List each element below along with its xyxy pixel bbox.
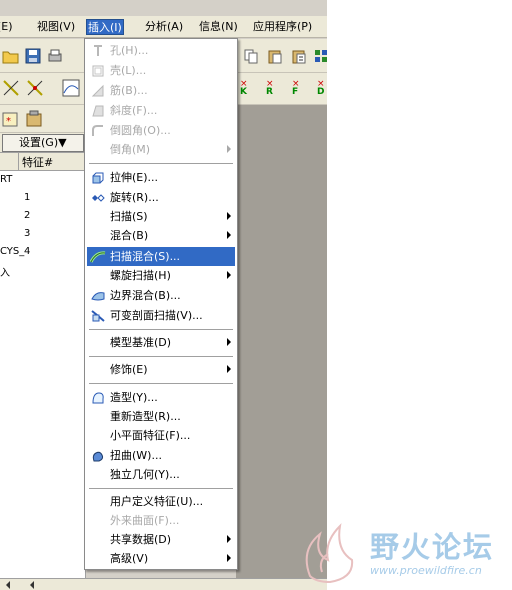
menu-bar: 编辑(E) 视图(V) 插入(I) 分析(A) 信息(N) 应用程序(P) bbox=[0, 16, 327, 38]
settings-button[interactable]: 设置(G)▼ bbox=[2, 134, 84, 152]
submenu-arrow-icon bbox=[227, 535, 231, 543]
menu-item-style[interactable]: 造型(Y)... bbox=[87, 388, 235, 407]
menu-applications[interactable]: 应用程序(P) bbox=[252, 19, 313, 35]
tree-expand-icon[interactable]: * bbox=[0, 108, 22, 130]
menu-item-advanced[interactable]: 高级(V) bbox=[87, 549, 235, 568]
menu-separator bbox=[89, 488, 233, 490]
paste-special-icon[interactable] bbox=[288, 45, 310, 67]
menu-item-shell[interactable]: 壳(L)... bbox=[87, 61, 235, 80]
menu-item-rib[interactable]: 筋(B)... bbox=[87, 81, 235, 100]
menu-item-blend[interactable]: 混合(B) bbox=[87, 226, 235, 245]
tree-row-name[interactable]: CYS_ bbox=[0, 246, 24, 257]
datum-point-icon[interactable] bbox=[24, 77, 46, 99]
submenu-arrow-icon bbox=[227, 231, 231, 239]
style-icon bbox=[90, 390, 106, 405]
model-tree-settings-row: 设置(G)▼ bbox=[0, 133, 86, 153]
menu-view[interactable]: 视图(V) bbox=[36, 19, 76, 35]
hole-icon bbox=[90, 43, 106, 58]
open-folder-icon[interactable] bbox=[0, 45, 22, 67]
submenu-arrow-icon bbox=[227, 365, 231, 373]
submenu-arrow-icon bbox=[227, 145, 231, 153]
submenu-arrow-icon bbox=[227, 554, 231, 562]
tree-row-number[interactable]: 2 bbox=[24, 210, 30, 221]
axis-label-d[interactable]: D bbox=[317, 87, 324, 97]
menu-edit[interactable]: 编辑(E) bbox=[0, 19, 14, 35]
column-separator[interactable] bbox=[18, 153, 19, 171]
tree-row-number[interactable]: 3 bbox=[24, 228, 30, 239]
menu-analysis[interactable]: 分析(A) bbox=[144, 19, 184, 35]
tree-row-number[interactable]: 4 bbox=[24, 246, 30, 257]
regenerate-icon[interactable] bbox=[310, 45, 332, 67]
menu-item-sweep[interactable]: 扫描(S) bbox=[87, 207, 235, 226]
menu-separator bbox=[89, 356, 233, 358]
rib-icon bbox=[90, 83, 106, 98]
boundary-blend-icon bbox=[90, 288, 106, 303]
revolve-icon bbox=[90, 190, 106, 205]
menu-item-hole[interactable]: 孔(H)... bbox=[87, 41, 235, 60]
menu-item-extrude[interactable]: 拉伸(E)... bbox=[87, 168, 235, 187]
csys-axis-toggles: × × × × K R F D bbox=[237, 77, 327, 101]
menu-item-independent-geometry[interactable]: 独立几何(Y)... bbox=[87, 465, 235, 484]
warp-icon bbox=[90, 448, 106, 463]
submenu-arrow-icon bbox=[227, 338, 231, 346]
extrude-icon bbox=[90, 170, 106, 185]
model-tree-header: 特征# bbox=[0, 153, 86, 171]
insert-menu: 孔(H)... 壳(L)... 筋(B)... 斜度(F)... 倒圆角(O).… bbox=[84, 38, 238, 570]
shell-icon bbox=[90, 63, 106, 78]
variable-section-sweep-icon bbox=[90, 308, 106, 323]
paste-icon[interactable] bbox=[264, 45, 286, 67]
tree-columns-icon[interactable] bbox=[24, 108, 46, 130]
model-tree: 设置(G)▼ 特征# RT 1 2 3 CYS_ 4 入 bbox=[0, 133, 86, 578]
datum-curve-icon[interactable] bbox=[60, 77, 82, 99]
print-icon[interactable] bbox=[44, 45, 66, 67]
feature-number-column-header[interactable]: 特征# bbox=[22, 154, 53, 170]
menu-item-warp[interactable]: 扭曲(W)... bbox=[87, 446, 235, 465]
menu-item-variable-section-sweep[interactable]: 可变剖面扫描(V)... bbox=[87, 306, 235, 325]
tree-row-name[interactable]: RT bbox=[0, 174, 12, 185]
graphics-area[interactable] bbox=[236, 105, 327, 578]
copy-icon[interactable] bbox=[240, 45, 262, 67]
menu-item-helical-sweep[interactable]: 螺旋扫描(H) bbox=[87, 266, 235, 285]
svg-text:*: * bbox=[6, 116, 11, 127]
menu-item-chamfer[interactable]: 倒角(M) bbox=[87, 140, 235, 159]
watermark-title: 野火论坛 bbox=[370, 530, 495, 564]
menu-item-cosmetic[interactable]: 修饰(E) bbox=[87, 360, 235, 379]
watermark-url: www.proewildfire.cn bbox=[370, 564, 482, 577]
menu-item-revolve[interactable]: 旋转(R)... bbox=[87, 188, 235, 207]
menu-item-facet-feature[interactable]: 小平面特征(F)... bbox=[87, 426, 235, 445]
draft-icon bbox=[90, 103, 106, 118]
menu-item-restyle[interactable]: 重新造型(R)... bbox=[87, 407, 235, 426]
menu-item-round[interactable]: 倒圆角(O)... bbox=[87, 121, 235, 140]
swept-blend-icon bbox=[90, 249, 106, 264]
save-icon[interactable] bbox=[22, 45, 44, 67]
menu-separator bbox=[89, 163, 233, 165]
tree-row-name[interactable]: 入 bbox=[0, 264, 10, 279]
menu-item-foreign-surface[interactable]: 外来曲面(F)... bbox=[87, 511, 235, 530]
axis-label-k[interactable]: K bbox=[240, 87, 247, 97]
axis-label-f[interactable]: F bbox=[292, 87, 298, 97]
menu-item-swept-blend[interactable]: 扫描混合(S)... bbox=[87, 247, 235, 266]
menu-separator bbox=[89, 383, 233, 385]
menu-item-draft[interactable]: 斜度(F)... bbox=[87, 101, 235, 120]
datum-axis-icon[interactable] bbox=[0, 77, 22, 99]
menu-insert[interactable]: 插入(I) bbox=[86, 19, 124, 35]
submenu-arrow-icon bbox=[227, 271, 231, 279]
horizontal-scrollbar[interactable] bbox=[0, 578, 327, 590]
submenu-arrow-icon bbox=[227, 212, 231, 220]
axis-label-r[interactable]: R bbox=[266, 87, 273, 97]
menu-info[interactable]: 信息(N) bbox=[198, 19, 239, 35]
menu-item-model-datum[interactable]: 模型基准(D) bbox=[87, 333, 235, 352]
menu-separator bbox=[89, 329, 233, 331]
tree-row-number[interactable]: 1 bbox=[24, 192, 30, 203]
round-icon bbox=[90, 123, 106, 138]
watermark-logo-icon bbox=[300, 520, 358, 584]
menu-item-user-defined-feature[interactable]: 用户定义特征(U)... bbox=[87, 492, 235, 511]
menu-item-shared-data[interactable]: 共享数据(D) bbox=[87, 530, 235, 549]
menu-item-boundary-blend[interactable]: 边界混合(B)... bbox=[87, 286, 235, 305]
